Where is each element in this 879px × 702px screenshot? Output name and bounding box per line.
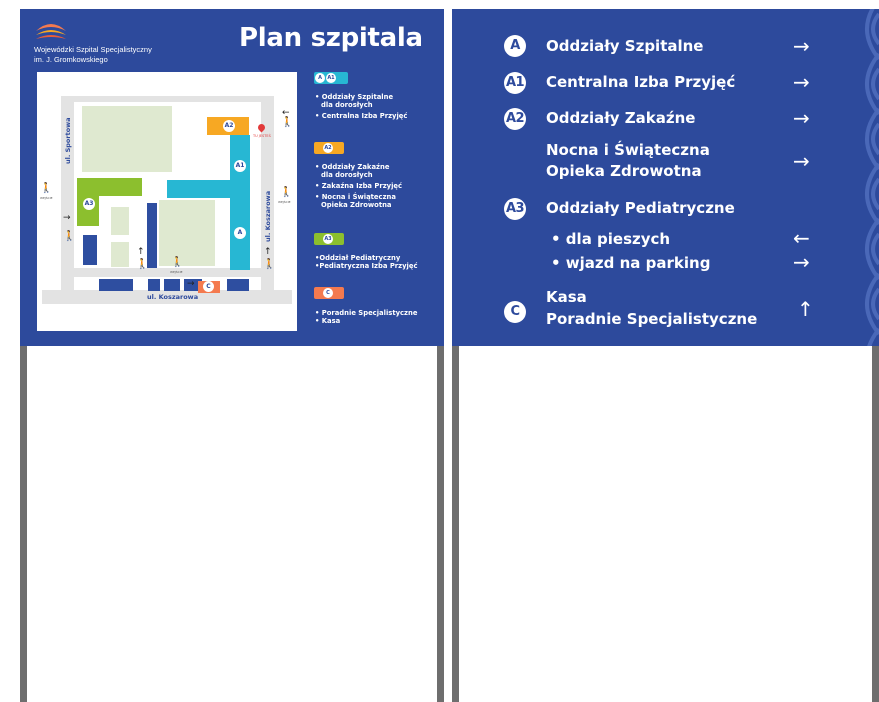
legend-badge-c: C [314, 287, 344, 299]
legend-item: dla dorosłych [321, 101, 373, 109]
pedestrian-icon: 🚶 [171, 257, 184, 268]
legend-item: •Oddział Pediatryczny [315, 254, 401, 262]
building-a3-top [77, 178, 142, 196]
legend-text-group2: • Oddziały Zakaźne dla dorosłych • Zakaź… [315, 163, 402, 209]
building-left-1 [83, 235, 97, 265]
sign-title: Plan szpitala [239, 23, 423, 53]
hospital-logo-icon [36, 24, 66, 39]
right-sign-post-right [872, 346, 879, 702]
lawn-small-1 [111, 207, 129, 235]
direction-poradnie: Poradnie Specjalistyczne [546, 310, 758, 328]
badge-a2: A2 [504, 108, 526, 130]
building-bottom-5 [227, 279, 249, 291]
road-inner-top [74, 96, 261, 102]
building-bottom-2 [148, 279, 160, 291]
direction-centralna-izba: Centralna Izba Przyjęć [546, 73, 736, 91]
building-bottom-3 [164, 279, 180, 291]
pedestrian-icon: 🚶 [280, 187, 293, 198]
entrance-label: WEJŚCIE [170, 270, 183, 274]
right-sign-post-left [452, 346, 459, 702]
arrow-right-icon: → [187, 279, 195, 289]
you-are-here-label: TU JESTEŚ [253, 134, 271, 138]
arrow-right-icon: → [793, 250, 810, 274]
direction-nocna-line1: Nocna i Świąteczna [546, 141, 710, 159]
pedestrian-icon: 🚶 [136, 259, 149, 270]
entrance-label: WEJŚCIE [278, 200, 291, 204]
arrow-right-icon: → [63, 213, 71, 223]
legend-item: • Nocna i Świąteczna [315, 193, 396, 201]
legend-dot-a2: A2 [323, 143, 333, 153]
legend-item: dla dorosłych [321, 171, 373, 179]
lawn-top [82, 106, 172, 172]
arrow-right-icon: → [793, 70, 810, 94]
hospital-name-line2: im. J. Gromkowskiego [34, 55, 108, 64]
badge-a1: A1 [504, 72, 526, 94]
building-bottom-1 [99, 279, 133, 291]
street-label-koszarowa-bottom: ul. Koszarowa [147, 293, 199, 301]
legend-dot-a1: A1 [326, 73, 336, 83]
map-label-c: C [203, 281, 214, 292]
map-label-a1: A1 [234, 160, 246, 172]
map-label-a2: A2 [223, 120, 235, 132]
legend-badge-a-a1: A A1 [314, 72, 348, 84]
building-a-horizontal [167, 180, 237, 198]
legend-badge-a2: A2 [314, 142, 344, 154]
direction-nocna-line2: Opieka Zdrowotna [546, 162, 702, 180]
legend-item: • Poradnie Specjalistyczne [315, 309, 418, 317]
badge-a: A [504, 35, 526, 57]
pedestrian-icon: 🚶 [40, 183, 53, 194]
direction-sign: A Oddziały Szpitalne → A1 Centralna Izba… [452, 9, 879, 346]
map-label-a: A [234, 227, 246, 239]
building-a-vertical [230, 135, 250, 270]
direction-oddzialy-szpitalne: Oddziały Szpitalne [546, 37, 704, 55]
pedestrian-icon: 🚶 [281, 117, 294, 128]
legend-dot-a: A [315, 73, 325, 83]
arrow-up-icon: ↑ [264, 247, 272, 257]
legend-dot-c: C [323, 288, 333, 298]
map-label-a3: A3 [83, 198, 95, 210]
street-label-sportowa: ul. Sportowa [64, 117, 72, 164]
pedestrian-icon: 🚶 [263, 259, 276, 270]
direction-oddzialy-zakazne: Oddziały Zakaźne [546, 109, 696, 127]
legend-item: • Kasa [315, 317, 341, 325]
hospital-name: Wojewódzki Szpital Specjalistyczny im. J… [34, 45, 152, 65]
legend-item: •Pediatryczna Izba Przyjęć [315, 262, 418, 270]
direction-oddzialy-pediatryczne: Oddziały Pediatryczne [546, 199, 735, 217]
badge-c: C [504, 301, 526, 323]
legend-dot-a3: A3 [323, 234, 333, 244]
pedestrian-icon: 🚶 [63, 231, 76, 242]
building-mid-1 [147, 203, 157, 268]
left-sign-post-right [437, 346, 444, 702]
legend-badge-a3: A3 [314, 233, 344, 245]
left-sign-post-left [20, 346, 27, 702]
lawn-right [159, 200, 215, 266]
hospital-name-line1: Wojewódzki Szpital Specjalistyczny [34, 45, 152, 54]
arrow-right-icon: → [793, 149, 810, 173]
entrance-label: WEJŚCIE [40, 196, 53, 200]
direction-wjazd-parking: • wjazd na parking [551, 254, 711, 272]
hospital-map: A2 A1 A A3 C ul. Sportowa ul. Koszarowa … [37, 72, 297, 331]
arrow-up-icon: ↑ [137, 247, 145, 257]
decorative-waves-icon [865, 9, 879, 346]
legend-item: • Centralna Izba Przyjęć [315, 112, 408, 120]
legend-text-group1: • Oddziały Szpitalne dla dorosłych • Cen… [315, 93, 407, 120]
arrow-right-icon: → [793, 106, 810, 130]
lawn-small-2 [111, 242, 129, 267]
hospital-plan-sign: Wojewódzki Szpital Specjalistyczny im. J… [20, 9, 444, 346]
arrow-up-icon: ↑ [797, 297, 814, 321]
legend-text-group4: • Poradnie Specjalistyczne • Kasa [315, 309, 417, 325]
street-label-koszarowa-vertical: ul. Koszarowa [264, 190, 272, 242]
legend-item: • Oddziały Szpitalne [315, 93, 394, 101]
legend-text-group3: •Oddział Pediatryczny •Pediatryczna Izba… [315, 254, 418, 270]
arrow-right-icon: → [793, 34, 810, 58]
arrow-left-icon: ← [793, 226, 810, 250]
legend-item: • Oddziały Zakaźne [315, 163, 390, 171]
legend-item: • Zakaźna Izba Przyjęć [315, 182, 403, 190]
legend-item: Opieka Zdrowotna [321, 201, 392, 209]
direction-kasa: Kasa [546, 288, 587, 306]
badge-a3: A3 [504, 198, 526, 220]
direction-dla-pieszych: • dla pieszych [551, 230, 671, 248]
